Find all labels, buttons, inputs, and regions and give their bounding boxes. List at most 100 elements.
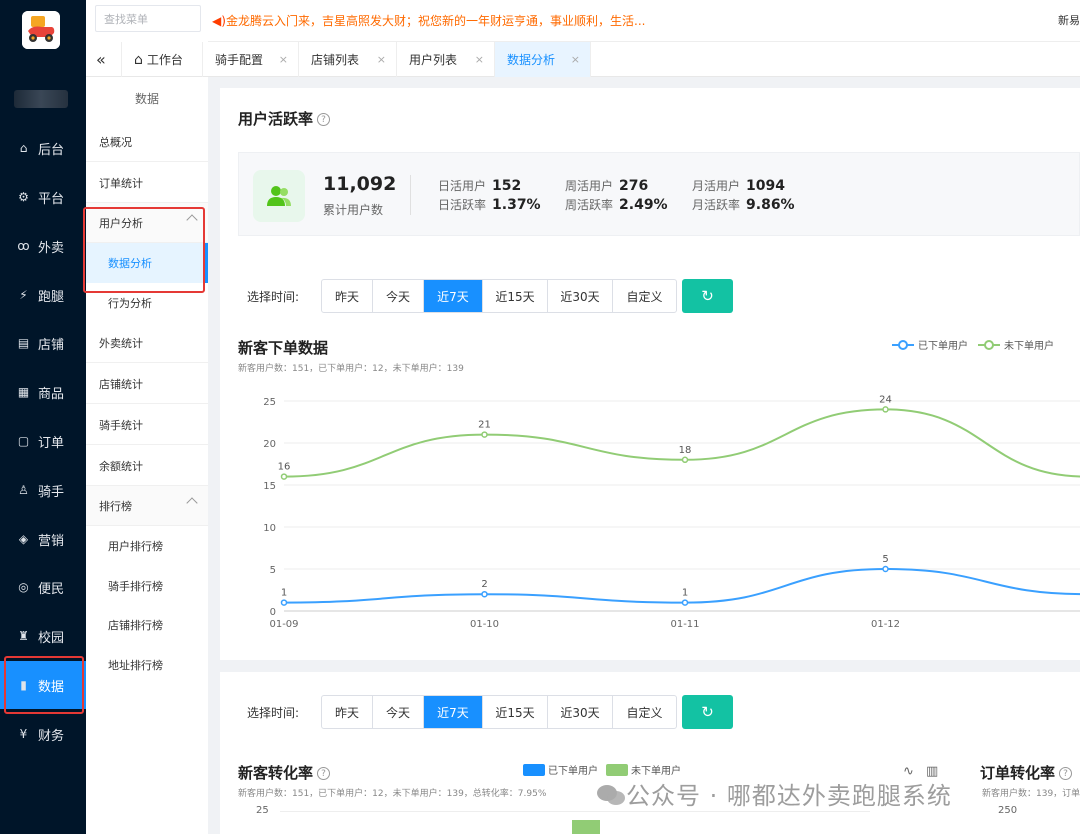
nav-item-rider[interactable]: ♙ 骑手 bbox=[0, 466, 86, 514]
nav-item-shop[interactable]: ▤ 店铺 bbox=[0, 319, 86, 367]
legend-label: 已下单用户 bbox=[918, 341, 968, 352]
sidebar-item-label: 用户分析 bbox=[99, 216, 143, 230]
nav-item-yen[interactable]: ¥ 财务 bbox=[0, 710, 86, 758]
data-label: 1 bbox=[682, 588, 688, 599]
time-option[interactable]: 自定义 bbox=[613, 280, 676, 312]
new-orders-title: 新客下单数据 bbox=[238, 339, 329, 357]
legend-item[interactable]: 未下单用户 bbox=[978, 340, 1054, 352]
data-point[interactable] bbox=[280, 473, 288, 480]
sidebar-item[interactable]: 数据分析 bbox=[86, 243, 208, 283]
time-option[interactable]: 近7天 bbox=[424, 280, 483, 312]
tab-label: 工作台 bbox=[146, 53, 183, 67]
data-point[interactable] bbox=[681, 456, 689, 464]
tab-label: 数据分析 bbox=[507, 53, 556, 67]
refresh-button[interactable]: ↻ bbox=[682, 279, 733, 313]
time-option[interactable]: 近30天 bbox=[548, 280, 613, 312]
main-nav: ⌂ 后台 ⚙ 平台 ꝏ 外卖 ⚡ 跑腿 ▤ 店铺 ▦ 商品 ▢ 订单 ♙ 骑手 ◈ 营销 ◎ 便民 ♜ 校园 ▮ 数据 ¥ 财务 bbox=[0, 0, 86, 834]
sidebar-item[interactable]: 地址排行榜 bbox=[86, 645, 208, 685]
sidebar-item[interactable]: 骑手排行榜 bbox=[86, 566, 208, 606]
refresh-icon: ↻ bbox=[701, 287, 714, 305]
announcement[interactable]: ◀)金龙腾云入门来，吉星高照发大财；祝您新的一年财运亨通，事业顺利，生活... bbox=[212, 12, 645, 29]
nav-item-service[interactable]: ◎ 便民 bbox=[0, 563, 86, 611]
help-icon[interactable]: ? bbox=[317, 113, 331, 126]
y-tick-label: 15 bbox=[263, 481, 276, 492]
x-tick-label: 01-11 bbox=[670, 619, 699, 630]
tab-item[interactable]: 骑手配置 × bbox=[203, 42, 299, 77]
sidebar-item-label: 行为分析 bbox=[108, 297, 152, 310]
nav-item-gear[interactable]: ⚙ 平台 bbox=[0, 173, 86, 221]
data-point[interactable] bbox=[280, 599, 288, 606]
nav-item-diamond[interactable]: ◈ 营销 bbox=[0, 515, 86, 563]
time-option[interactable]: 今天 bbox=[373, 696, 424, 728]
close-icon[interactable]: × bbox=[571, 53, 580, 66]
sidebar-item-label: 骑手统计 bbox=[99, 418, 143, 432]
nav-item-home[interactable]: ⌂ 后台 bbox=[0, 124, 86, 172]
chevron-up-icon bbox=[186, 214, 198, 226]
time-option[interactable]: 近15天 bbox=[483, 696, 548, 728]
tab-bar: « ⌂ 工作台 骑手配置 × 店铺列表 × 用户列表 × 数据分析 × bbox=[86, 42, 1080, 77]
tab-item[interactable]: 用户列表 × bbox=[397, 42, 495, 77]
topbar-right-text[interactable]: 新易 bbox=[1058, 12, 1080, 28]
activity-stat: 日活用户 152 bbox=[438, 177, 521, 194]
data-point[interactable] bbox=[882, 565, 889, 573]
sidebar-item[interactable]: 骑手统计 bbox=[86, 405, 208, 445]
sidebar-item-label: 骑手排行榜 bbox=[108, 580, 163, 593]
nav-item-takeout[interactable]: ꝏ 外卖 bbox=[0, 222, 86, 270]
sidebar-item-label: 订单统计 bbox=[99, 176, 143, 190]
close-icon[interactable]: × bbox=[279, 53, 288, 66]
refresh-button[interactable]: ↻ bbox=[682, 695, 733, 729]
close-icon[interactable]: × bbox=[377, 53, 386, 66]
y-tick-label: 0 bbox=[270, 607, 276, 618]
time-option[interactable]: 昨天 bbox=[322, 280, 373, 312]
legend-line-icon bbox=[892, 340, 914, 350]
legend-item[interactable]: 已下单用户 bbox=[892, 340, 968, 352]
nav-item-campus[interactable]: ♜ 校园 bbox=[0, 612, 86, 660]
nav-item-chart[interactable]: ▮ 数据 bbox=[0, 661, 86, 709]
time-option[interactable]: 自定义 bbox=[613, 696, 676, 728]
nav-item-grid[interactable]: ▦ 商品 bbox=[0, 368, 86, 416]
order-icon: ▢ bbox=[17, 434, 30, 448]
time-option[interactable]: 近15天 bbox=[483, 280, 548, 312]
help-icon[interactable]: ? bbox=[1059, 767, 1073, 780]
time-option[interactable]: 近30天 bbox=[548, 696, 613, 728]
data-point[interactable] bbox=[882, 406, 889, 413]
help-icon[interactable]: ? bbox=[317, 767, 331, 780]
legend-item[interactable]: 已下单用户 bbox=[523, 764, 598, 777]
time-option[interactable]: 昨天 bbox=[322, 696, 373, 728]
sidebar-item[interactable]: 店铺统计 bbox=[86, 364, 208, 404]
gear-icon: ⚙ bbox=[18, 190, 29, 204]
sidebar-item[interactable]: 店铺排行榜 bbox=[86, 605, 208, 645]
sidebar-item[interactable]: 用户分析 bbox=[86, 203, 208, 243]
nav-item-order[interactable]: ▢ 订单 bbox=[0, 417, 86, 465]
data-point[interactable] bbox=[481, 590, 488, 598]
tabs-back-icon[interactable]: « bbox=[86, 42, 122, 77]
sidebar-item[interactable]: 余额统计 bbox=[86, 446, 208, 486]
sidebar-item[interactable]: 行为分析 bbox=[86, 283, 208, 323]
time-option[interactable]: 近7天 bbox=[424, 696, 483, 728]
menu-search-input[interactable]: 查找菜单 bbox=[95, 5, 201, 32]
sidebar-item[interactable]: 订单统计 bbox=[86, 163, 208, 203]
data-point[interactable] bbox=[481, 431, 488, 438]
app-logo[interactable] bbox=[22, 11, 60, 49]
tab-item[interactable]: ⌂ 工作台 bbox=[122, 42, 203, 77]
nav-item-label: 便民 bbox=[38, 581, 65, 597]
stat-label: 周活跃率 bbox=[565, 198, 614, 212]
campus-icon: ♜ bbox=[18, 629, 29, 643]
home-icon: ⌂ bbox=[134, 51, 143, 68]
sidebar-group-title: 数据 bbox=[134, 92, 159, 106]
legend-dot bbox=[984, 340, 994, 350]
nav-item-run[interactable]: ⚡ 跑腿 bbox=[0, 271, 86, 319]
sidebar-item[interactable]: 排行榜 bbox=[86, 486, 208, 526]
sidebar-item-label: 排行榜 bbox=[99, 499, 132, 513]
data-point[interactable] bbox=[681, 599, 689, 606]
sidebar-item[interactable]: 用户排行榜 bbox=[86, 526, 208, 566]
tab-item[interactable]: 数据分析 × bbox=[495, 42, 591, 77]
sidebar-item[interactable]: 总概况 bbox=[86, 122, 208, 162]
time-option[interactable]: 今天 bbox=[373, 280, 424, 312]
y-tick-label: 5 bbox=[270, 565, 276, 576]
close-icon[interactable]: × bbox=[475, 53, 484, 66]
legend-line-icon bbox=[978, 340, 1000, 350]
tab-item[interactable]: 店铺列表 × bbox=[299, 42, 397, 77]
activity-stat: 日活跃率 1.37% bbox=[438, 196, 541, 213]
sidebar-item[interactable]: 外卖统计 bbox=[86, 323, 208, 363]
